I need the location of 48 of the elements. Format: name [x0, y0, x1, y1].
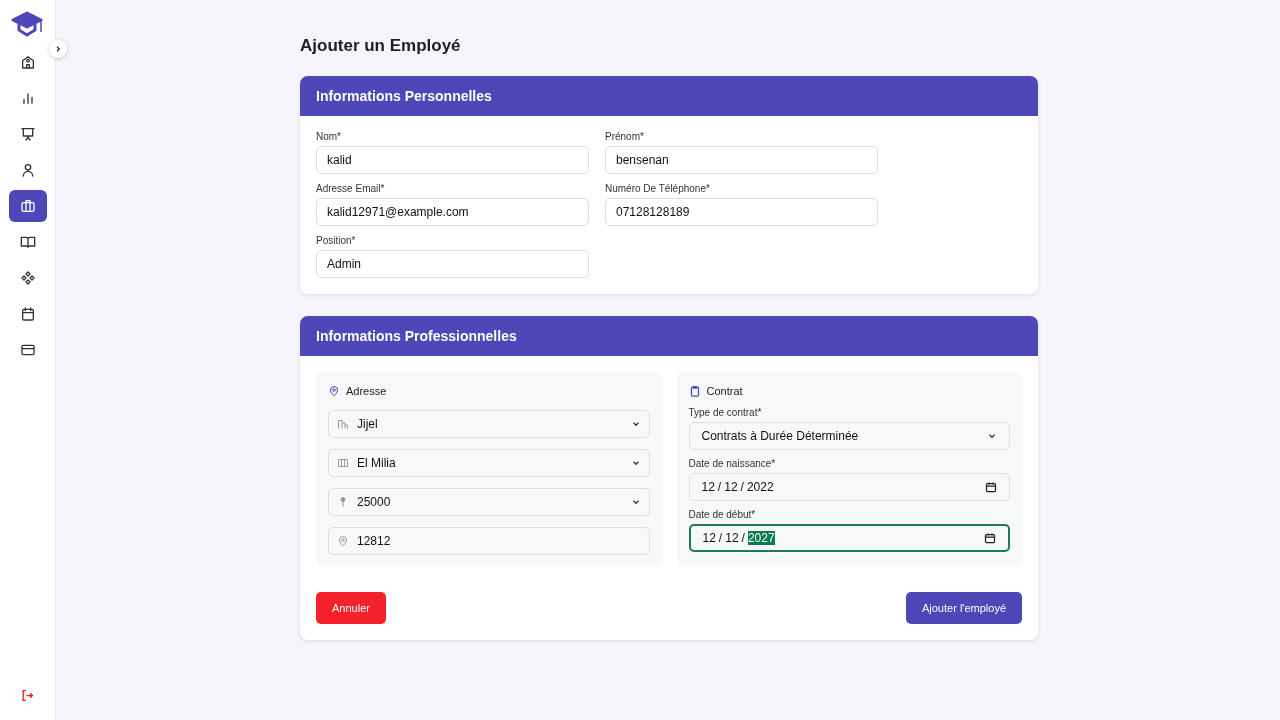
text-field[interactable]: Admin — [316, 250, 589, 278]
field-label: Prénom* — [605, 131, 645, 142]
panel-title: Adresse — [346, 385, 387, 397]
clipboard-icon — [688, 385, 701, 397]
select-field[interactable]: El Milia — [328, 449, 650, 477]
text-field[interactable]: kalid12971@example.com — [316, 198, 589, 226]
chevron-right-icon — [54, 45, 62, 53]
calendar-icon — [19, 306, 36, 322]
logout-button[interactable] — [19, 687, 36, 704]
add-employee-button[interactable]: Ajouter l'employé — [905, 592, 1022, 624]
field-label: Nom* — [316, 131, 342, 142]
select-field[interactable]: Contrats à Durée Déterminée — [688, 422, 1010, 450]
card-icon — [19, 342, 36, 358]
select-field[interactable]: 25000 — [328, 488, 650, 516]
field-label: Numéro De Téléphone* — [605, 183, 711, 194]
field-label: Position* — [316, 235, 357, 246]
presentation-icon — [19, 126, 36, 142]
date-field[interactable]: 12 / 12 / 2022 — [688, 473, 1010, 501]
text-field[interactable]: 12812 — [328, 527, 650, 555]
components-icon — [19, 270, 36, 286]
location-icon — [337, 535, 349, 547]
calendar-icon — [985, 481, 997, 493]
text-field[interactable]: kalid — [316, 146, 589, 174]
pin-icon — [337, 496, 349, 508]
field-label: Date de naissance* — [688, 458, 777, 469]
field-label: Adresse Email* — [316, 183, 386, 194]
buildings-icon — [337, 418, 349, 430]
select-field[interactable]: Jijel — [328, 410, 650, 438]
location-icon — [328, 385, 340, 397]
cancel-button[interactable]: Annuler — [316, 592, 386, 624]
map-icon — [337, 457, 349, 469]
text-field[interactable]: 07128128189 — [605, 198, 878, 226]
field-label: Date de début* — [688, 509, 757, 520]
card-header: Informations Professionnelles — [300, 316, 1038, 356]
briefcase-icon — [19, 198, 36, 214]
sidebar-nav-item[interactable] — [8, 190, 47, 222]
text-field[interactable]: bensenan — [605, 146, 878, 174]
book-icon — [19, 234, 36, 250]
card-header: Informations Personnelles — [300, 76, 1038, 116]
expand-sidebar-button[interactable] — [49, 40, 67, 58]
logout-icon — [21, 689, 34, 702]
field-label: Type de contrat* — [688, 407, 763, 418]
building-icon — [19, 54, 36, 70]
page-title: Ajouter un Employé — [300, 36, 462, 56]
calendar-icon — [984, 532, 996, 544]
graduation-cap-logo-icon — [10, 10, 45, 38]
date-field[interactable]: 12 / 12 / 2027 — [688, 524, 1010, 552]
panel-title: Contrat — [706, 385, 743, 397]
